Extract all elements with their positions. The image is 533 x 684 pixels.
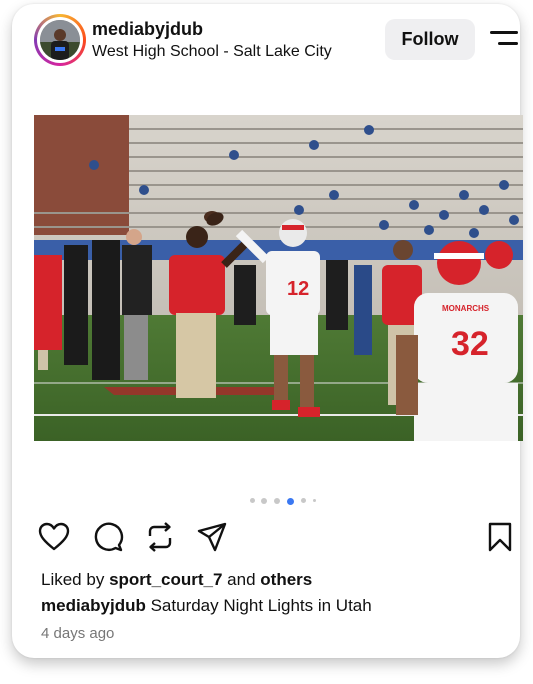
player-number-front: 12 bbox=[287, 278, 309, 300]
carousel-dot bbox=[301, 498, 306, 503]
likes-prefix: Liked by bbox=[41, 570, 105, 589]
bookmark-icon[interactable] bbox=[484, 521, 516, 553]
post-photo[interactable]: 12 MONARCHS 32 bbox=[34, 115, 523, 441]
comment-icon[interactable] bbox=[92, 521, 124, 553]
post-location[interactable]: West High School - Salt Lake City bbox=[92, 43, 332, 61]
avatar-photo bbox=[40, 20, 80, 60]
likes-text: Liked by sport_court_7 and others bbox=[41, 570, 312, 590]
menu-icon[interactable] bbox=[490, 28, 518, 50]
player-number-back: 32 bbox=[451, 325, 489, 363]
likes-user-link[interactable]: sport_court_7 bbox=[109, 570, 222, 589]
post-timestamp: 4 days ago bbox=[41, 625, 115, 642]
carousel-dot-active bbox=[287, 497, 294, 505]
likes-others-link[interactable]: others bbox=[260, 570, 312, 589]
carousel-dot bbox=[250, 498, 255, 503]
profile-avatar[interactable] bbox=[34, 14, 86, 66]
send-icon[interactable] bbox=[196, 521, 228, 553]
carousel-dot bbox=[313, 499, 316, 502]
post-username[interactable]: mediabyjdub bbox=[92, 19, 203, 40]
caption-username[interactable]: mediabyjdub bbox=[41, 596, 146, 615]
likes-middle: and bbox=[227, 570, 256, 589]
caption-text: Saturday Night Lights in Utah bbox=[150, 596, 372, 615]
heart-icon[interactable] bbox=[38, 521, 70, 553]
repost-icon[interactable] bbox=[144, 521, 176, 553]
carousel-dot bbox=[274, 498, 280, 504]
follow-button[interactable]: Follow bbox=[385, 19, 475, 60]
caption: mediabyjdub Saturday Night Lights in Uta… bbox=[41, 596, 372, 616]
carousel-dot bbox=[261, 498, 267, 504]
post-card: mediabyjdub West High School - Salt Lake… bbox=[12, 4, 523, 658]
jersey-name: MONARCHS bbox=[442, 304, 490, 313]
